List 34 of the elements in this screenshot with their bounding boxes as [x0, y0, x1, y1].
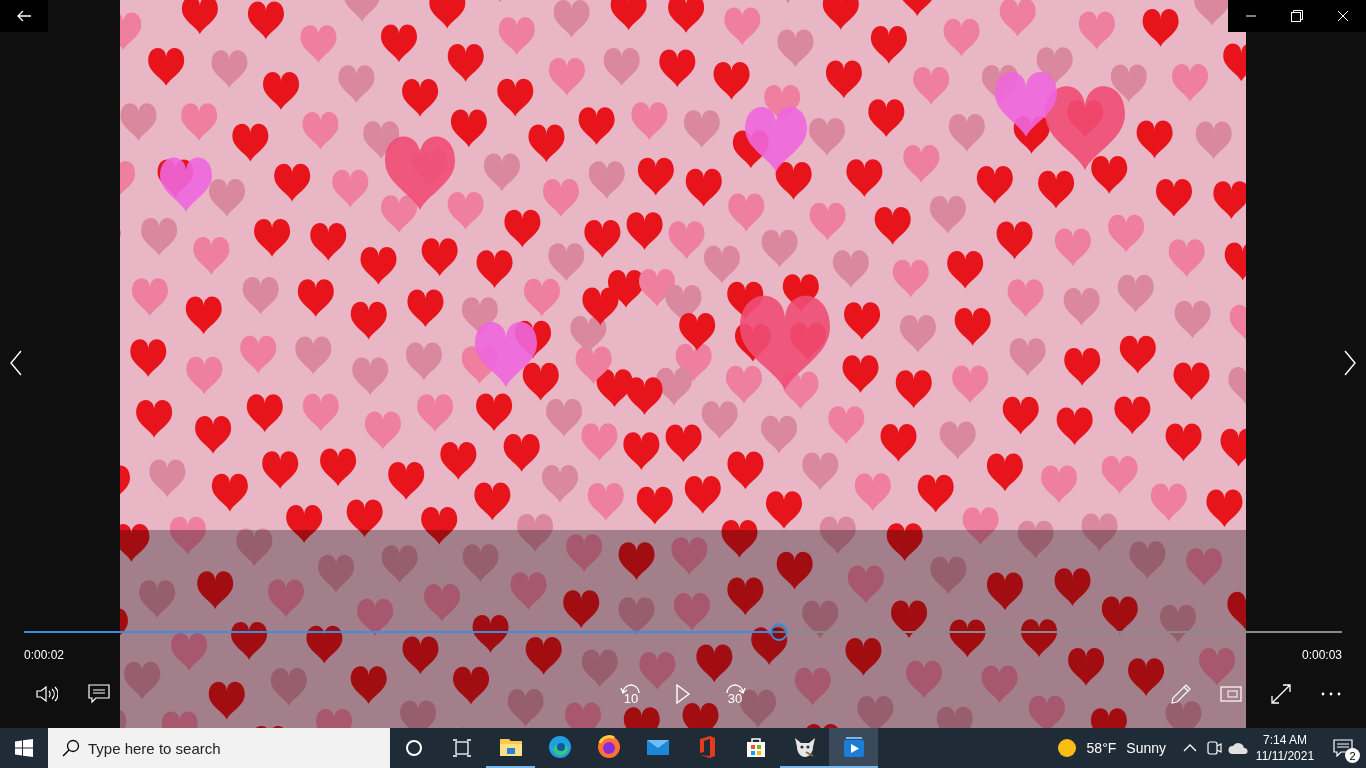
weather-condition: Sunny	[1126, 740, 1166, 756]
notifications-button[interactable]: 2	[1320, 728, 1366, 768]
skip-back-button[interactable]: 10	[608, 674, 654, 714]
chevron-right-icon	[1343, 350, 1357, 376]
forward-arrow-icon	[724, 682, 746, 695]
close-icon	[1337, 10, 1349, 22]
notification-count: 2	[1345, 748, 1360, 763]
cloud-icon	[1228, 742, 1248, 754]
seek-thumb[interactable]	[769, 623, 788, 641]
expand-icon	[1270, 683, 1292, 705]
total-time: 0:00:03	[1301, 648, 1342, 662]
speaker-icon	[36, 685, 58, 703]
back-button[interactable]	[0, 0, 48, 32]
circle-icon	[405, 739, 423, 757]
skip-forward-button[interactable]: 30	[712, 674, 758, 714]
temperature: 58°F	[1086, 740, 1117, 756]
windows-logo-icon	[15, 739, 33, 757]
chevron-up-icon	[1183, 744, 1197, 752]
pencil-icon	[1170, 683, 1192, 705]
browser-icon	[546, 734, 573, 760]
back-arrow-icon	[16, 8, 32, 24]
task-view-icon	[452, 739, 472, 757]
chevron-left-icon	[9, 350, 23, 376]
sun-icon	[1056, 738, 1077, 758]
search-field[interactable]: Type here to search	[48, 728, 390, 768]
more-icon	[1321, 692, 1341, 696]
weather-widget[interactable]: 58°F Sunny	[1044, 728, 1178, 768]
rewind-arrow-icon	[620, 682, 642, 695]
speech-bubble-icon	[88, 684, 110, 704]
restore-icon	[1291, 10, 1303, 22]
camera-icon	[1206, 740, 1222, 756]
clock[interactable]: 7:14 AM 11/11/2021	[1250, 728, 1320, 768]
mini-view-icon	[1220, 686, 1242, 702]
elapsed-time: 0:00:02	[24, 648, 65, 662]
